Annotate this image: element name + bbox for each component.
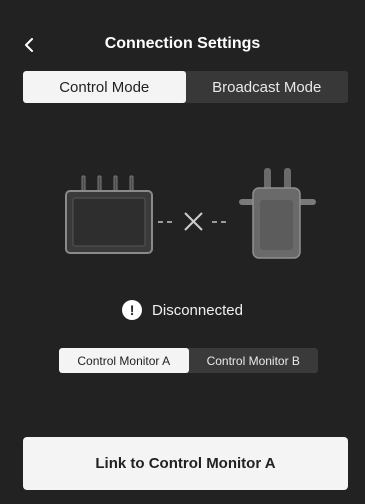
connection-diagram (65, 168, 316, 259)
link-button[interactable]: Link to Control Monitor A (23, 437, 348, 490)
connection-status: ! Disconnected (0, 297, 365, 323)
tab-broadcast-mode[interactable]: Broadcast Mode (186, 71, 349, 103)
monitor-segmented-control: Control Monitor A Control Monitor B (59, 348, 318, 373)
tab-control-mode[interactable]: Control Mode (23, 71, 186, 103)
tab-control-monitor-a[interactable]: Control Monitor A (59, 348, 189, 373)
mode-segmented-control: Control Mode Broadcast Mode (23, 71, 348, 103)
header-bar: Connection Settings (0, 26, 365, 62)
disconnected-x-icon (184, 212, 203, 231)
page-title: Connection Settings (104, 35, 261, 52)
tab-control-monitor-b[interactable]: Control Monitor B (189, 348, 319, 373)
connection-illustration (0, 160, 365, 270)
monitor-icon (65, 175, 153, 254)
status-text: Disconnected (152, 301, 243, 319)
exclamation-icon: ! (122, 300, 143, 320)
transmitter-icon (239, 168, 316, 259)
